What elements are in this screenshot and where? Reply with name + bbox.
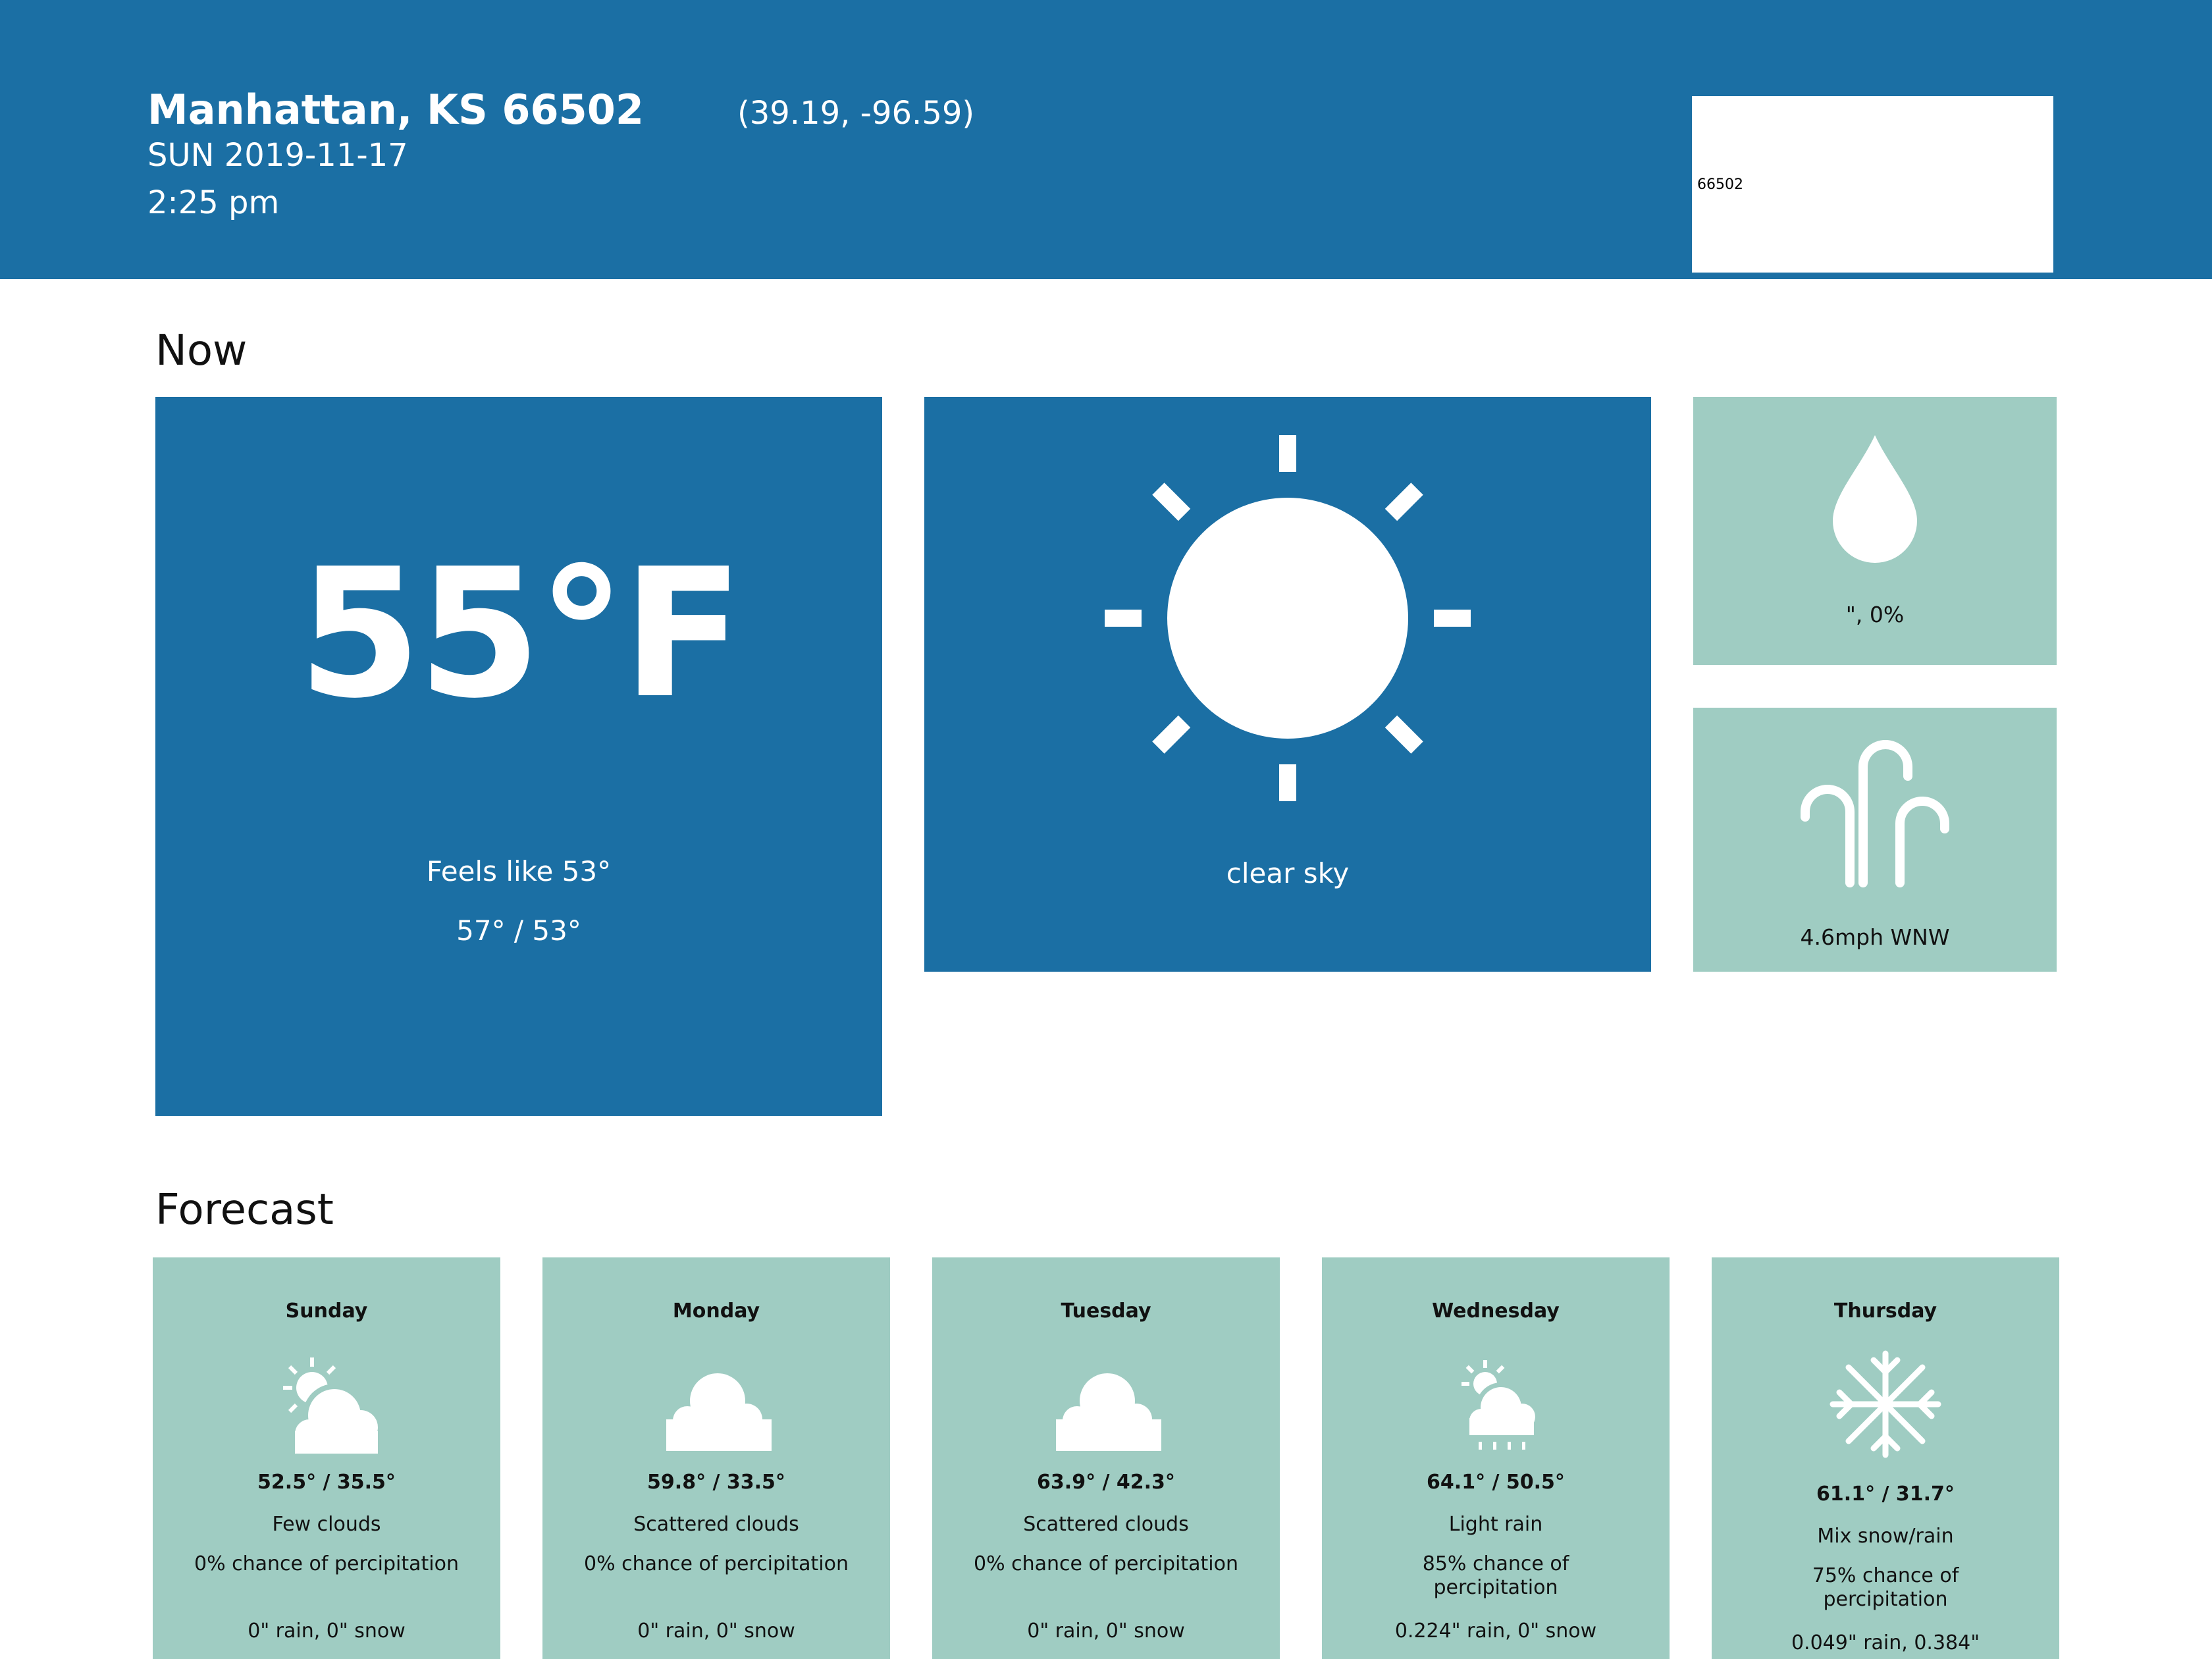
cloud-icon — [1056, 1373, 1161, 1451]
current-date: SUN 2019-11-17 — [147, 137, 408, 174]
forecast-precip-amount: 0" rain, 0" snow — [637, 1620, 795, 1643]
forecast-precip-amount: 0" rain, 0" snow — [248, 1620, 406, 1643]
condition-tile: clear sky — [924, 397, 1651, 972]
forecast-card-wednesday: Wednesday 64.1° / 50.5° Light rain 85% c… — [1322, 1257, 1670, 1659]
forecast-precip-chance: 85% chance of percipitation — [1422, 1552, 1569, 1599]
wind-tile: 4.6mph WNW — [1693, 708, 2057, 972]
forecast-precip-chance: 0% chance of percipitation — [194, 1552, 459, 1575]
forecast-precip-chance: 0% chance of percipitation — [584, 1552, 849, 1575]
precipitation-tile: ", 0% — [1693, 397, 2057, 665]
cloud-icon — [666, 1373, 772, 1451]
forecast-card-monday: Monday 59.8° / 33.5° Scattered clouds 0%… — [542, 1257, 890, 1659]
location-coordinates: (39.19, -96.59) — [737, 95, 975, 132]
partly-cloudy-icon — [283, 1357, 378, 1454]
forecast-description: Light rain — [1448, 1513, 1543, 1536]
forecast-temperature: 52.5° / 35.5° — [257, 1471, 396, 1494]
condition-text: clear sky — [1226, 857, 1350, 889]
forecast-card-thursday: Thursday 61.1° / 31.7° Mix snow/rain 75%… — [1712, 1257, 2059, 1659]
forecast-description: Few clouds — [272, 1513, 381, 1536]
forecast-card-tuesday: Tuesday 63.9° / 42.3° Scattered clouds 0… — [932, 1257, 1280, 1659]
forecast-precip-amount: 0" rain, 0" snow — [1027, 1620, 1185, 1643]
forecast-temperature: 59.8° / 33.5° — [647, 1471, 785, 1494]
current-time: 2:25 pm — [147, 184, 280, 221]
forecast-description: Scattered clouds — [1023, 1513, 1189, 1536]
forecast-day: Wednesday — [1432, 1300, 1560, 1323]
forecast-description: Mix snow/rain — [1817, 1525, 1954, 1548]
forecast-temperature: 64.1° / 50.5° — [1427, 1471, 1565, 1494]
forecast-temperature: 61.1° / 31.7° — [1816, 1483, 1955, 1506]
drop-icon — [1833, 435, 1917, 563]
current-temperature: 55°F — [298, 530, 743, 737]
forecast-day: Sunday — [285, 1300, 368, 1323]
zip-search-input[interactable] — [1692, 96, 2053, 273]
forecast-section-title: Forecast — [155, 1186, 334, 1234]
forecast-precip-amount: 0.224" rain, 0" snow — [1394, 1620, 1597, 1643]
wind-text: 4.6mph WNW — [1800, 924, 1950, 950]
header-bar: Manhattan, KS 66502 (39.19, -96.59) SUN … — [0, 0, 2212, 279]
weather-page: Manhattan, KS 66502 (39.19, -96.59) SUN … — [0, 0, 2212, 1659]
forecast-precip-chance: 0% chance of percipitation — [974, 1552, 1238, 1575]
high-low-temperature: 57° / 53° — [456, 914, 581, 947]
forecast-day: Monday — [672, 1300, 760, 1323]
forecast-precip-amount: 0.049" rain, 0.384" — [1791, 1631, 1980, 1654]
wind-icon — [1801, 740, 1949, 887]
light-rain-icon — [1462, 1360, 1535, 1450]
forecast-card-sunday: Sunday 52.5° / 35.5° Few clouds 0% chanc… — [153, 1257, 500, 1659]
now-section-title: Now — [155, 327, 248, 375]
precipitation-text: ", 0% — [1845, 602, 1905, 627]
temperature-tile: 55°F Feels like 53° 57° / 53° — [155, 397, 882, 1116]
forecast-temperature: 63.9° / 42.3° — [1037, 1471, 1175, 1494]
snowflake-icon — [1830, 1350, 1941, 1458]
forecast-precip-chance: 75% chance of percipitation — [1812, 1564, 1959, 1611]
feels-like-temperature: Feels like 53° — [426, 855, 612, 887]
forecast-day: Tuesday — [1061, 1300, 1151, 1323]
sun-icon — [1105, 435, 1471, 801]
forecast-description: Scattered clouds — [633, 1513, 799, 1536]
forecast-day: Thursday — [1833, 1300, 1937, 1323]
location-name: Manhattan, KS 66502 — [147, 86, 645, 134]
